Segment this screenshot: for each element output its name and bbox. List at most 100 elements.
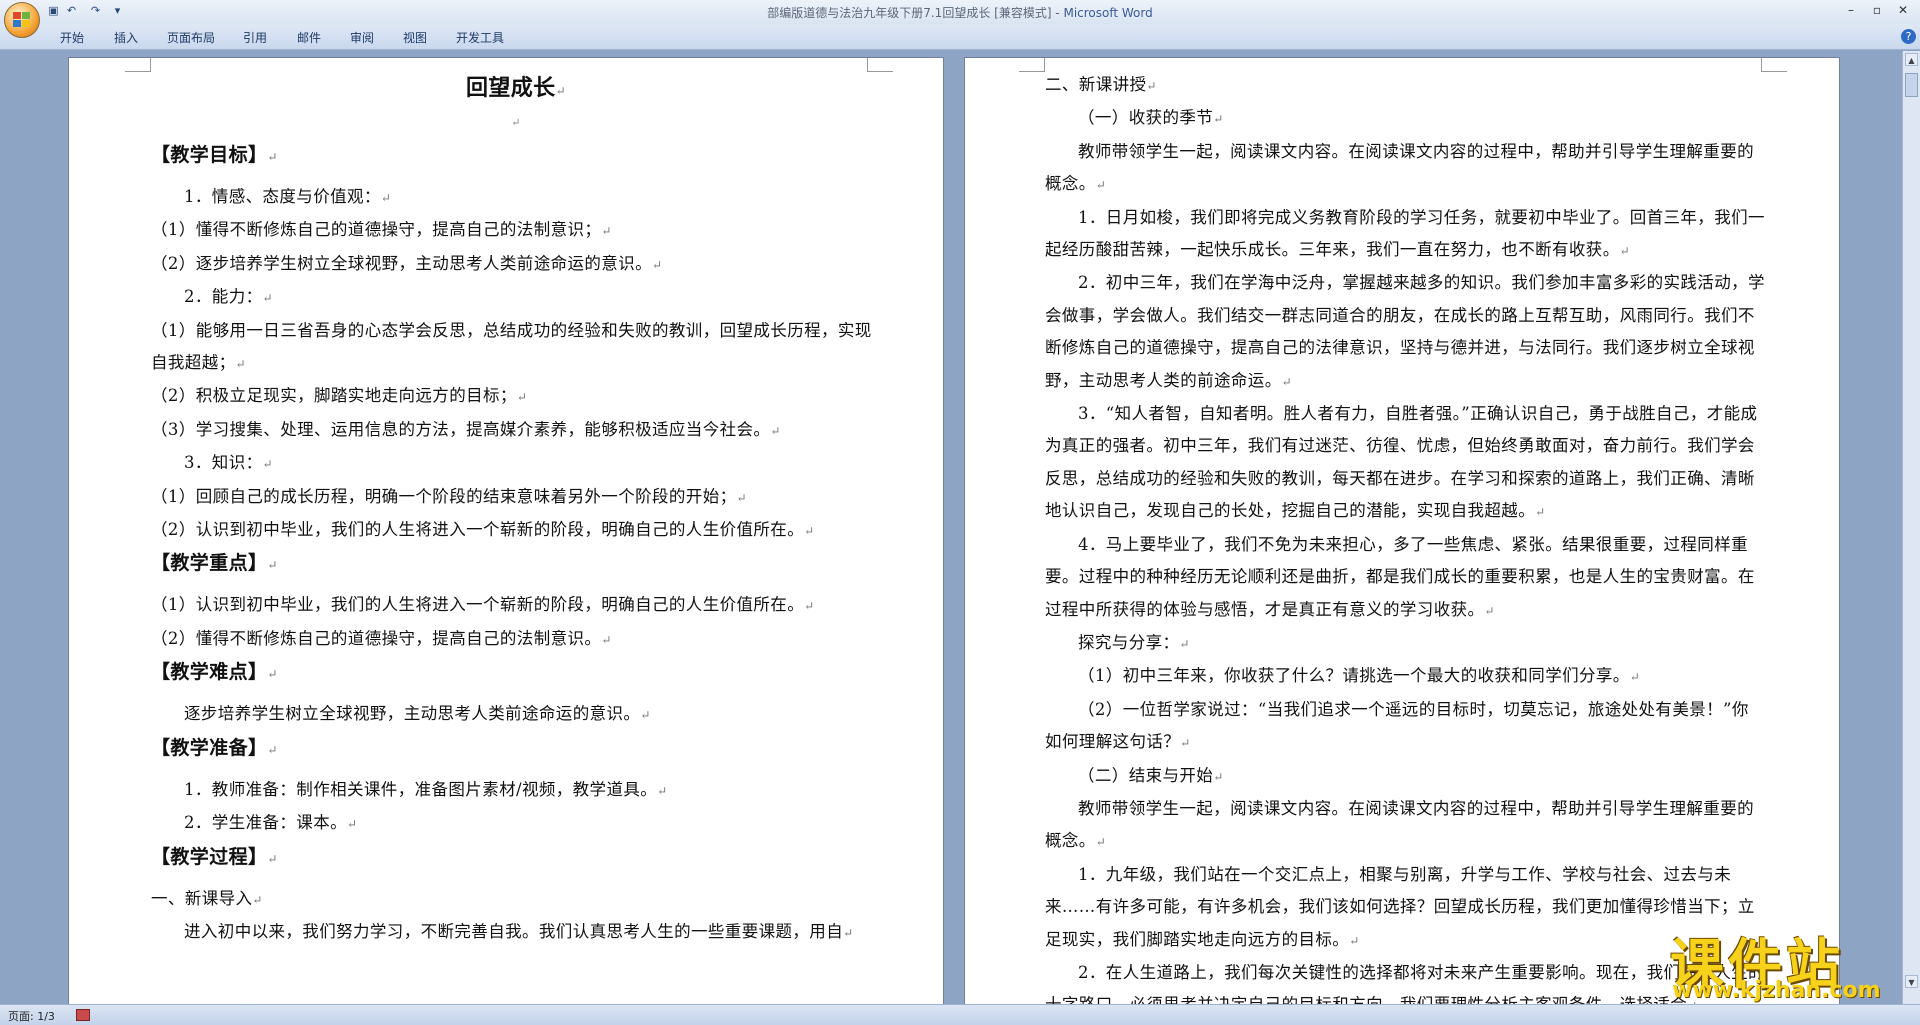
tab-developer[interactable]: 开发工具 xyxy=(456,29,504,46)
paragraph-mark: ↵ xyxy=(770,423,781,438)
body-paragraph: 进入初中以来，我们努力学习，不断完善自我。我们认真思考人生的一些重要课题，用自↵ xyxy=(184,921,854,941)
heading-difficulties: 【教学难点】↵ xyxy=(151,661,278,684)
body-paragraph: 1．九年级，我们站在一个交汇点上，相聚与别离，升学与工作、学校与社会、过去与未来… xyxy=(1045,864,1755,949)
paragraph-mark: ↵ xyxy=(267,851,278,866)
margin-corner-mark xyxy=(867,58,893,72)
tab-review[interactable]: 审阅 xyxy=(350,29,374,46)
vertical-scrollbar[interactable]: ▲ ▼ xyxy=(1902,51,1920,1004)
paragraph-mark: ↵ xyxy=(843,925,854,940)
body-paragraph: 教师带领学生一起，阅读课文内容。在阅读课文内容的过程中，帮助并引导学生理解重要的… xyxy=(1045,141,1754,194)
paragraph-mark: ↵ xyxy=(1095,835,1107,850)
paragraph-mark: ↵ xyxy=(657,783,668,798)
paragraph-mark: ↵ xyxy=(1349,933,1360,948)
difficulty-item: 逐步培养学生树立全球视野，主动思考人类前途命运的意识。↵ xyxy=(184,704,651,724)
tab-view[interactable]: 视图 xyxy=(403,29,427,46)
explore-item: （1）初中三年来，你收获了什么？请挑选一个最大的收获和同学们分享。↵ xyxy=(1078,666,1641,686)
ribbon-tabs: 开始 插入 页面布局 引用 邮件 审阅 视图 开发工具 ? xyxy=(0,24,1920,50)
document-title: 部编版道德与法治九年级下册7.1回望成长 [兼容模式] - xyxy=(767,6,1064,20)
paragraph-mark: ↵ xyxy=(1179,636,1190,651)
scroll-down-icon[interactable]: ▼ xyxy=(1905,975,1918,988)
margin-corner-mark xyxy=(125,58,151,72)
explore-item: （2）一位哲学家说过：“当我们追求一个遥远的目标时，切莫忘记，旅途处处有美景！”… xyxy=(1045,699,1749,752)
margin-corner-mark xyxy=(1019,58,1045,72)
site-watermark: 课件站 www.kjzhan.com xyxy=(1664,924,1900,1004)
paragraph-mark: ↵ xyxy=(267,150,278,164)
watermark-url: www.kjzhan.com xyxy=(1672,978,1881,1003)
empty-paragraph: ↵ xyxy=(511,116,521,129)
close-icon[interactable]: ✕ xyxy=(1892,2,1914,18)
preparation-item: 1．教师准备：制作相关课件，准备图片素材/视频，教学道具。↵ xyxy=(184,779,668,799)
paragraph-mark: ↵ xyxy=(736,490,747,505)
paragraph-mark: ↵ xyxy=(1629,670,1641,685)
paragraph-mark: ↵ xyxy=(1146,79,1157,93)
section-heading: 二、新课讲授↵ xyxy=(1045,75,1157,94)
goal-item: 2．能力：↵ xyxy=(184,287,273,307)
goal-item: （3）学习搜集、处理、运用信息的方法，提高媒介素养，能够积极适应当今社会。↵ xyxy=(151,419,781,439)
tab-references[interactable]: 引用 xyxy=(243,29,267,46)
paragraph-mark: ↵ xyxy=(1213,769,1224,784)
tab-insert[interactable]: 插入 xyxy=(114,29,138,46)
office-button[interactable] xyxy=(4,2,40,38)
paragraph-mark: ↵ xyxy=(1180,736,1191,751)
paragraph-mark: ↵ xyxy=(1213,112,1224,127)
paragraph-mark: ↵ xyxy=(267,667,278,682)
paragraph-mark: ↵ xyxy=(267,558,278,573)
window-title: 部编版道德与法治九年级下册7.1回望成长 [兼容模式] - Microsoft … xyxy=(0,4,1920,21)
paragraph-mark: ↵ xyxy=(235,357,246,372)
key-point-item: （2）懂得不断修炼自己的道德操守，提高自己的法制意识。↵ xyxy=(151,628,612,648)
goal-item: （2）认识到初中毕业，我们的人生将进入一个崭新的阶段，明确自己的人生价值所在。↵ xyxy=(151,520,815,540)
heading-process: 【教学过程】↵ xyxy=(151,845,278,868)
maximize-icon[interactable]: ▫ xyxy=(1866,2,1888,18)
heading-preparation: 【教学准备】↵ xyxy=(151,736,278,759)
paragraph-mark: ↵ xyxy=(652,257,663,272)
help-icon[interactable]: ? xyxy=(1901,29,1916,44)
body-paragraph: 1．日月如梭，我们即将完成义务教育阶段的学习任务，就要初中毕业了。回首三年，我们… xyxy=(1045,207,1765,260)
page-count[interactable]: 页面: 1/3 xyxy=(8,1008,55,1024)
paragraph-mark: ↵ xyxy=(640,708,651,723)
paragraph-mark: ↵ xyxy=(1095,178,1107,193)
paragraph-mark: ↵ xyxy=(252,892,263,907)
macro-record-icon[interactable] xyxy=(76,1009,90,1021)
goal-item: （1）回顾自己的成长历程，明确一个阶段的结束意味着另外一个阶段的开始；↵ xyxy=(151,486,747,506)
goal-item: （1）懂得不断修炼自己的道德操守，提高自己的法制意识；↵ xyxy=(151,220,612,240)
title-bar: ▣ ↶ ↷ ▾ 部编版道德与法治九年级下册7.1回望成长 [兼容模式] - Mi… xyxy=(0,0,1920,24)
paragraph-mark: ↵ xyxy=(262,457,273,472)
paragraph-mark: ↵ xyxy=(804,599,815,614)
tab-home[interactable]: 开始 xyxy=(60,29,84,46)
document-page-1[interactable]: 回望成长↵ ↵ 【教学目标】↵ 1．情感、态度与价值观：↵ （1）懂得不断修炼自… xyxy=(68,57,944,1004)
paragraph-mark: ↵ xyxy=(1484,603,1495,618)
body-paragraph: 4．马上要毕业了，我们不免为未来担心，多了一些焦虑、紧张。结果很重要，过程同样重… xyxy=(1045,534,1755,619)
paragraph-mark: ↵ xyxy=(1281,374,1293,389)
paragraph-mark: ↵ xyxy=(516,390,528,405)
body-paragraph: 教师带领学生一起，阅读课文内容。在阅读课文内容的过程中，帮助并引导学生理解重要的… xyxy=(1045,798,1754,851)
page-2-text: 二、新课讲授↵ （一）收获的季节↵ 教师带领学生一起，阅读课文内容。在阅读课文内… xyxy=(1045,69,1765,1004)
goal-item: （2）积极立足现实，脚踏实地走向远方的目标；↵ xyxy=(151,386,528,406)
scrollbar-thumb[interactable] xyxy=(1905,73,1918,97)
goal-item: （1）能够用一日三省吾身的心态学会反思，总结成功的经验和失败的教训，回望成长历程… xyxy=(151,320,872,373)
paragraph-mark: ↵ xyxy=(262,291,273,306)
document-page-2[interactable]: 二、新课讲授↵ （一）收获的季节↵ 教师带领学生一起，阅读课文内容。在阅读课文内… xyxy=(964,57,1840,1004)
heading-key-points: 【教学重点】↵ xyxy=(151,552,278,575)
preparation-item: 2．学生准备：课本。↵ xyxy=(184,813,358,833)
paragraph-mark: ↵ xyxy=(804,524,815,539)
tab-page-layout[interactable]: 页面布局 xyxy=(167,29,215,46)
paragraph-mark: ↵ xyxy=(380,191,392,205)
paragraph-mark: ↵ xyxy=(267,742,278,757)
page-1-text: 回望成长↵ ↵ 【教学目标】↵ 1．情感、态度与价值观：↵ （1）懂得不断修炼自… xyxy=(151,72,881,949)
key-point-item: （1）认识到初中毕业，我们的人生将进入一个崭新的阶段，明确自己的人生价值所在。↵ xyxy=(151,595,815,615)
paragraph-mark: ↵ xyxy=(601,224,612,239)
explore-heading: 探究与分享：↵ xyxy=(1078,632,1190,652)
subsection-heading: （二）结束与开始↵ xyxy=(1078,765,1224,785)
subsection-heading: （一）收获的季节↵ xyxy=(1078,108,1224,128)
goal-item: 1．情感、态度与价值观：↵ xyxy=(184,187,392,206)
tab-mailings[interactable]: 邮件 xyxy=(297,29,321,46)
heading-goals: 【教学目标】↵ xyxy=(151,144,278,166)
status-bar: 页面: 1/3 xyxy=(0,1004,1920,1025)
minimize-icon[interactable]: – xyxy=(1840,2,1862,18)
scroll-up-icon[interactable]: ▲ xyxy=(1905,53,1918,66)
goal-item: 3．知识：↵ xyxy=(184,453,273,473)
goal-item: （2）逐步培养学生树立全球视野，主动思考人类前途命运的意识。↵ xyxy=(151,253,663,273)
section-heading: 一、新课导入↵ xyxy=(151,888,263,908)
paragraph-mark: ↵ xyxy=(1535,505,1546,520)
paragraph-mark: ↵ xyxy=(1619,244,1631,259)
